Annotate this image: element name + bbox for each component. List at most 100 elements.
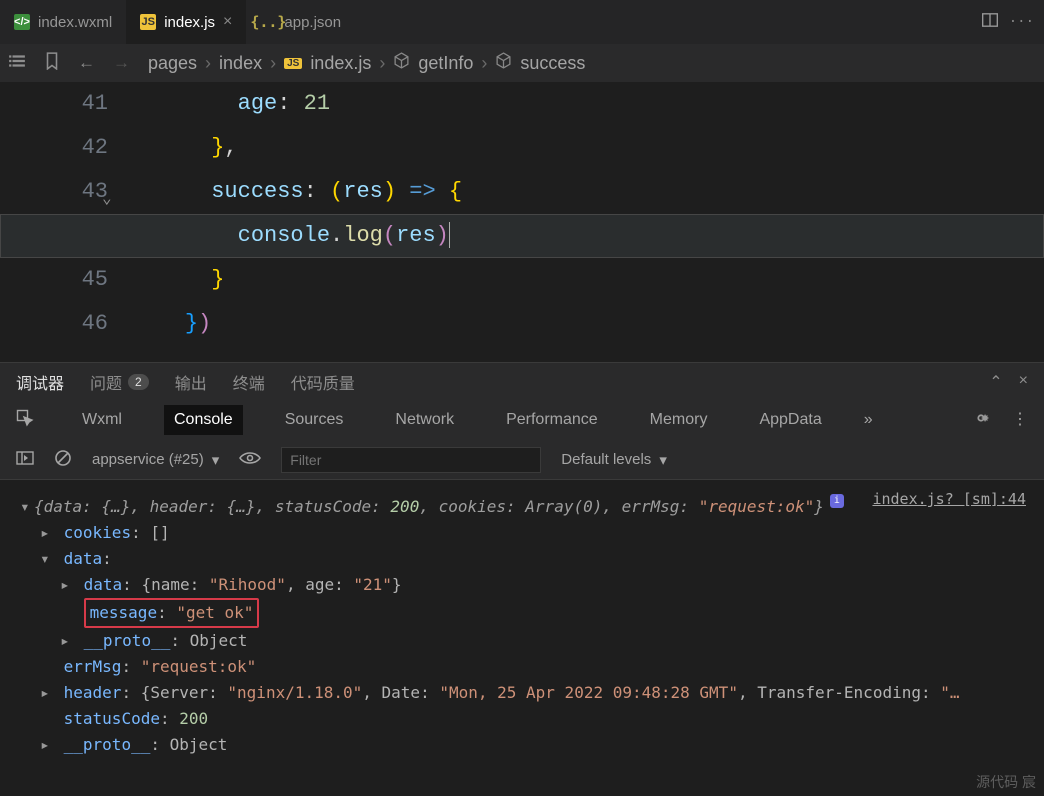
- prop-value: 200: [179, 709, 208, 728]
- prop-value: Object: [170, 735, 228, 754]
- expand-arrow-icon[interactable]: ▸: [60, 628, 74, 654]
- prop-value: "get ok": [176, 603, 253, 622]
- wxml-file-icon: </>: [14, 14, 30, 30]
- devtab-memory[interactable]: Memory: [640, 405, 718, 435]
- bookmark-icon[interactable]: [44, 52, 60, 75]
- code-token: 21: [304, 91, 330, 116]
- tab-terminal[interactable]: 终端: [233, 370, 265, 394]
- breadcrumb-file[interactable]: index.js: [310, 53, 371, 74]
- object-summary: {data: {…}, header: {…}, statusCode: 200…: [34, 494, 824, 520]
- breadcrumb-fn[interactable]: success: [520, 53, 585, 74]
- code-token: }: [211, 135, 224, 160]
- method-icon: [393, 52, 410, 74]
- breadcrumb-segment[interactable]: pages: [148, 53, 197, 74]
- levels-selector[interactable]: Default levels ▾: [561, 451, 667, 469]
- devtab-performance[interactable]: Performance: [496, 405, 608, 435]
- clear-console-icon[interactable]: [54, 449, 72, 471]
- toggle-sidebar-icon[interactable]: [16, 450, 34, 470]
- context-label: appservice (#25): [92, 451, 204, 468]
- tab-label: index.js: [164, 14, 215, 31]
- filter-input[interactable]: [281, 447, 541, 473]
- code-token: :: [304, 179, 317, 204]
- editor-toolbar: ← → pages › index › JS index.js › getInf…: [0, 44, 1044, 82]
- expand-arrow-icon[interactable]: ▾: [20, 494, 34, 520]
- source-link[interactable]: index.js? [sm]:44: [872, 486, 1026, 512]
- prop-value: {name:: [141, 575, 208, 594]
- expand-arrow-icon[interactable]: ▸: [40, 680, 54, 706]
- code-token: :: [277, 91, 290, 116]
- prop-key: __proto__: [84, 631, 171, 650]
- prop-key: data: [84, 575, 123, 594]
- js-file-icon: JS: [284, 58, 302, 69]
- code-token: success: [211, 179, 303, 204]
- chevron-down-icon: ▾: [212, 451, 220, 469]
- line-number: 43: [0, 170, 108, 214]
- breadcrumb-segment[interactable]: index: [219, 53, 262, 74]
- code-token: .: [330, 223, 343, 248]
- prop-key: errMsg: [64, 657, 122, 676]
- levels-label: Default levels: [561, 451, 651, 468]
- tab-label: app.json: [284, 14, 341, 31]
- nav-back-icon[interactable]: ←: [78, 53, 95, 73]
- console-output[interactable]: index.js? [sm]:44 ▾ {data: {…}, header: …: [0, 480, 1044, 758]
- devtools-tabs: Wxml Console Sources Network Performance…: [0, 400, 1044, 440]
- split-editor-icon[interactable]: [981, 11, 999, 34]
- live-expression-icon[interactable]: [239, 451, 261, 469]
- line-number: 46: [0, 302, 108, 346]
- tab-index-wxml[interactable]: </> index.wxml: [0, 0, 126, 44]
- devtab-console[interactable]: Console: [164, 405, 243, 435]
- devtab-sources[interactable]: Sources: [275, 405, 354, 435]
- prop-value: []: [150, 523, 169, 542]
- breadcrumb-fn[interactable]: getInfo: [418, 53, 473, 74]
- more-icon[interactable]: ···: [1009, 14, 1034, 30]
- chevron-down-icon: ▾: [659, 451, 667, 469]
- prop-key: data: [64, 549, 103, 568]
- code-editor[interactable]: 41 42 43 44 45 46 ⌄ age: 21 }, success: …: [0, 82, 1044, 362]
- code-token: }: [211, 267, 224, 292]
- devtab-network[interactable]: Network: [385, 405, 464, 435]
- expand-arrow-icon[interactable]: ▾: [40, 546, 54, 572]
- tab-output[interactable]: 输出: [175, 370, 207, 394]
- breadcrumb[interactable]: pages › index › JS index.js › getInfo › …: [148, 52, 585, 74]
- prop-key: header: [64, 683, 122, 702]
- gear-icon[interactable]: [972, 409, 990, 432]
- expand-arrow-icon[interactable]: ▸: [40, 520, 54, 546]
- info-icon[interactable]: i: [830, 494, 844, 508]
- context-selector[interactable]: appservice (#25) ▾: [92, 451, 219, 469]
- expand-arrow-icon[interactable]: ▸: [40, 732, 54, 758]
- more-tabs-icon[interactable]: »: [864, 411, 873, 429]
- tab-label: index.wxml: [38, 14, 112, 31]
- code-token: log: [343, 223, 383, 248]
- method-icon: [495, 52, 512, 74]
- line-number: 42: [0, 126, 108, 170]
- prop-key: cookies: [64, 523, 131, 542]
- code-token: =>: [409, 179, 435, 204]
- nav-forward-icon[interactable]: →: [113, 53, 130, 73]
- code-token: console: [238, 223, 330, 248]
- close-icon[interactable]: ×: [223, 14, 232, 30]
- code-token: res: [396, 223, 436, 248]
- tab-app-json[interactable]: {..} app.json: [246, 0, 355, 44]
- chevron-up-icon[interactable]: ⌃: [989, 372, 1002, 392]
- inspect-element-icon[interactable]: [16, 409, 34, 432]
- tab-label: 问题: [90, 370, 122, 394]
- tab-issues[interactable]: 问题 2: [90, 370, 149, 394]
- tab-debugger[interactable]: 调试器: [16, 370, 64, 394]
- code-area[interactable]: age: 21 }, success: (res) => { console.l…: [132, 82, 1044, 362]
- devtab-appdata[interactable]: AppData: [749, 405, 831, 435]
- json-file-icon: {..}: [260, 14, 276, 30]
- list-icon[interactable]: [8, 52, 26, 75]
- tab-index-js[interactable]: JS index.js ×: [126, 0, 246, 44]
- kebab-menu-icon[interactable]: ⋮: [1012, 409, 1028, 432]
- tab-quality[interactable]: 代码质量: [291, 370, 355, 394]
- prop-key: __proto__: [64, 735, 151, 754]
- code-token: age: [238, 91, 278, 116]
- editor-tabs-bar: </> index.wxml JS index.js × {..} app.js…: [0, 0, 1044, 44]
- console-toolbar: appservice (#25) ▾ Default levels ▾: [0, 440, 1044, 480]
- close-icon[interactable]: ×: [1019, 372, 1028, 392]
- highlighted-row: message: "get ok": [84, 598, 260, 628]
- expand-arrow-icon[interactable]: ▸: [60, 572, 74, 598]
- line-number: 45: [0, 258, 108, 302]
- prop-key: message: [90, 603, 157, 622]
- devtab-wxml[interactable]: Wxml: [72, 405, 132, 435]
